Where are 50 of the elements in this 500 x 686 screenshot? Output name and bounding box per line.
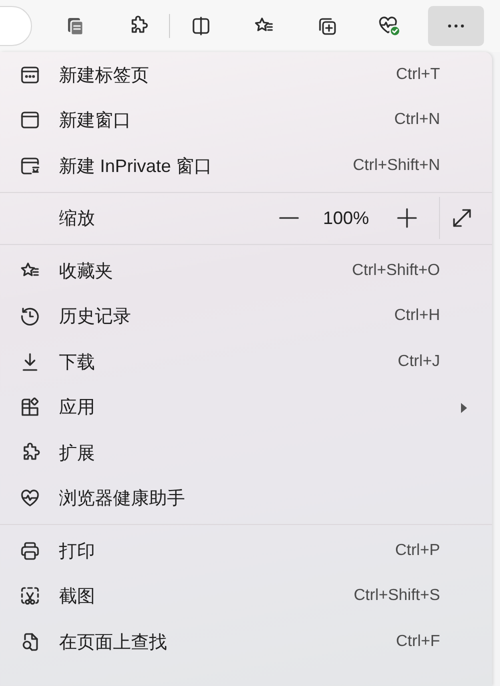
menu-label: 截图 (59, 585, 95, 608)
shortcut-text: Ctrl+N (394, 111, 440, 130)
menu-label: 新建 InPrivate 窗口 (59, 154, 212, 178)
shortcut-text: Ctrl+Shift+O (352, 262, 440, 280)
menu-label: 下载 (59, 350, 95, 374)
expand-icon (453, 209, 471, 228)
collections-icon (316, 15, 338, 37)
minus-icon (278, 217, 299, 220)
menu-item[interactable]: 扩展 (0, 430, 492, 476)
menu-item[interactable]: 下载 Ctrl+J (0, 339, 492, 384)
shortcut-text: Ctrl+T (396, 66, 440, 84)
menu-item[interactable]: 收藏夹 Ctrl+Shift+O (0, 248, 492, 294)
heart-pulse-icon (19, 487, 41, 510)
plus-icon (397, 208, 417, 228)
menu-item[interactable]: 在页面上查找 Ctrl+F (0, 619, 492, 664)
zoom-level: 100% (322, 208, 369, 229)
history-icon (19, 305, 41, 328)
tab-icon (19, 64, 41, 86)
shortcut-text: Ctrl+P (395, 542, 440, 560)
window-icon (19, 109, 41, 132)
apps-icon (19, 396, 41, 418)
private-window-icon (19, 154, 41, 177)
menu-label: 新建窗口 (59, 109, 131, 132)
menu-item[interactable]: 新建 InPrivate 窗口 Ctrl+Shift+N (0, 143, 492, 188)
menu-item[interactable]: 应用 (0, 384, 492, 430)
menu-label: 收藏夹 (59, 260, 113, 283)
shortcut-text: Ctrl+Shift+N (352, 156, 440, 175)
more-icon (448, 24, 464, 28)
menu-label: 应用 (59, 396, 95, 420)
shortcut-text: Ctrl+H (394, 307, 440, 326)
menu-label: 打印 (59, 540, 95, 563)
zoom-in-button[interactable] (395, 206, 419, 230)
split-screen-icon (190, 15, 212, 37)
shortcut-text: Ctrl+Shift+S (354, 587, 440, 606)
menu-item[interactable]: 浏览器健康助手 (0, 476, 492, 521)
menu-item[interactable]: 新建标签页 Ctrl+T (0, 52, 492, 98)
menu-label: 缩放 (59, 207, 95, 230)
menu-item[interactable]: 新建窗口 Ctrl+N (0, 98, 492, 143)
shortcut-text: Ctrl+J (398, 352, 440, 371)
menu-item[interactable]: 打印 Ctrl+P (0, 528, 492, 574)
shortcut-text: Ctrl+F (396, 632, 440, 651)
menu-item[interactable]: 历史记录 Ctrl+H (0, 294, 492, 339)
menu-label: 扩展 (59, 442, 95, 465)
printer-icon (19, 540, 41, 562)
menu-label: 历史记录 (59, 305, 131, 328)
menu-label: 新建标签页 (59, 64, 149, 87)
menu-label: 在页面上查找 (59, 630, 167, 654)
menu-item[interactable]: 截图 Ctrl+Shift+S (0, 574, 492, 619)
menu-label: 浏览器健康助手 (59, 487, 185, 510)
scissors-icon (19, 585, 41, 608)
